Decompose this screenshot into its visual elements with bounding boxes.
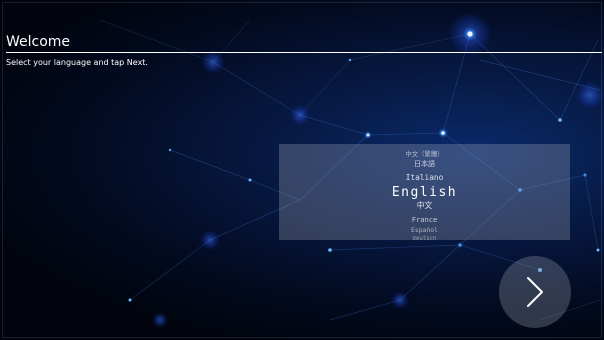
page-subtitle: Select your language and tap Next. — [6, 58, 148, 67]
language-option[interactable]: Deutsch — [279, 236, 570, 240]
language-picker[interactable]: Català 中文（繁體）日本語 Italiano English中文 France Es… — [279, 144, 570, 240]
language-option[interactable]: 中文（繁體） — [279, 150, 570, 158]
language-option[interactable]: 中文 — [279, 201, 570, 211]
language-option[interactable]: 日本語 — [279, 159, 570, 168]
welcome-screen: Welcome Select your language and tap Nex… — [0, 0, 604, 340]
next-button[interactable] — [499, 256, 571, 328]
page-title: Welcome — [6, 34, 71, 50]
header: Welcome — [6, 33, 602, 53]
language-option[interactable]: France — [279, 215, 570, 224]
language-option-selected[interactable]: English — [279, 185, 570, 200]
chevron-right-icon — [527, 277, 543, 307]
language-option[interactable]: Español — [279, 226, 570, 234]
language-option[interactable]: Italiano — [279, 173, 570, 183]
language-option[interactable]: Català — [279, 144, 570, 148]
title-divider — [6, 52, 602, 53]
